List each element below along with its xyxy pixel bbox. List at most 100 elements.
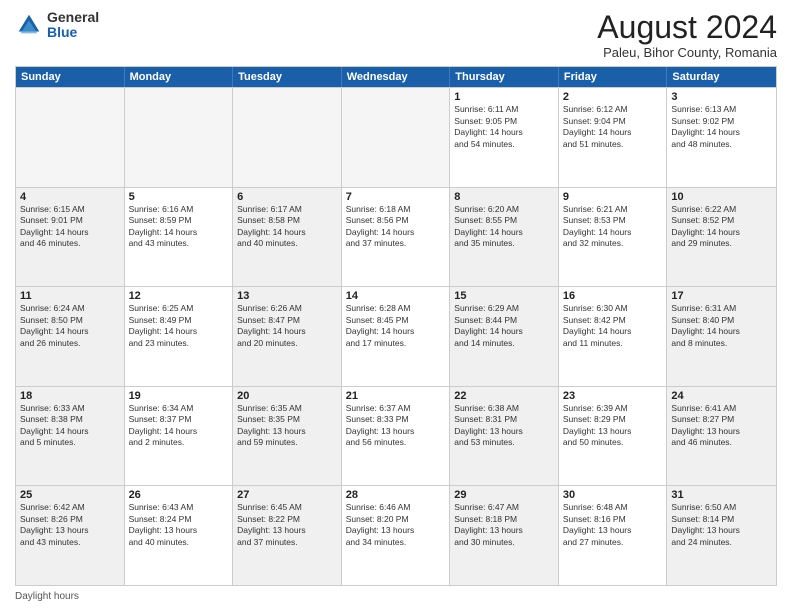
logo-general: General [47, 10, 99, 25]
day-cell-3: 3Sunrise: 6:13 AM Sunset: 9:02 PM Daylig… [667, 88, 776, 187]
calendar-row-4: 18Sunrise: 6:33 AM Sunset: 8:38 PM Dayli… [16, 386, 776, 486]
day-cell-15: 15Sunrise: 6:29 AM Sunset: 8:44 PM Dayli… [450, 287, 559, 386]
footer-note: Daylight hours [15, 591, 79, 602]
calendar-row-5: 25Sunrise: 6:42 AM Sunset: 8:26 PM Dayli… [16, 485, 776, 585]
logo-text: General Blue [47, 10, 99, 41]
day-info: Sunrise: 6:29 AM Sunset: 8:44 PM Dayligh… [454, 303, 554, 349]
day-number: 15 [454, 290, 554, 302]
day-info: Sunrise: 6:31 AM Sunset: 8:40 PM Dayligh… [671, 303, 772, 349]
day-info: Sunrise: 6:43 AM Sunset: 8:24 PM Dayligh… [129, 502, 229, 548]
day-number: 13 [237, 290, 337, 302]
day-cell-30: 30Sunrise: 6:48 AM Sunset: 8:16 PM Dayli… [559, 486, 668, 585]
header-day-saturday: Saturday [667, 67, 776, 87]
day-info: Sunrise: 6:11 AM Sunset: 9:05 PM Dayligh… [454, 104, 554, 150]
day-cell-22: 22Sunrise: 6:38 AM Sunset: 8:31 PM Dayli… [450, 387, 559, 486]
title-block: August 2024 Paleu, Bihor County, Romania [597, 10, 777, 60]
day-number: 24 [671, 390, 772, 402]
day-cell-21: 21Sunrise: 6:37 AM Sunset: 8:33 PM Dayli… [342, 387, 451, 486]
day-number: 20 [237, 390, 337, 402]
logo-icon [15, 11, 43, 39]
day-info: Sunrise: 6:48 AM Sunset: 8:16 PM Dayligh… [563, 502, 663, 548]
day-info: Sunrise: 6:22 AM Sunset: 8:52 PM Dayligh… [671, 204, 772, 250]
calendar: SundayMondayTuesdayWednesdayThursdayFrid… [15, 66, 777, 586]
day-number: 17 [671, 290, 772, 302]
empty-cell-0-3 [342, 88, 451, 187]
day-cell-16: 16Sunrise: 6:30 AM Sunset: 8:42 PM Dayli… [559, 287, 668, 386]
day-info: Sunrise: 6:25 AM Sunset: 8:49 PM Dayligh… [129, 303, 229, 349]
day-info: Sunrise: 6:35 AM Sunset: 8:35 PM Dayligh… [237, 403, 337, 449]
day-cell-8: 8Sunrise: 6:20 AM Sunset: 8:55 PM Daylig… [450, 188, 559, 287]
day-number: 31 [671, 489, 772, 501]
day-info: Sunrise: 6:34 AM Sunset: 8:37 PM Dayligh… [129, 403, 229, 449]
day-info: Sunrise: 6:17 AM Sunset: 8:58 PM Dayligh… [237, 204, 337, 250]
day-info: Sunrise: 6:20 AM Sunset: 8:55 PM Dayligh… [454, 204, 554, 250]
day-info: Sunrise: 6:38 AM Sunset: 8:31 PM Dayligh… [454, 403, 554, 449]
day-info: Sunrise: 6:50 AM Sunset: 8:14 PM Dayligh… [671, 502, 772, 548]
header: General Blue August 2024 Paleu, Bihor Co… [15, 10, 777, 60]
day-number: 18 [20, 390, 120, 402]
header-day-sunday: Sunday [16, 67, 125, 87]
header-day-tuesday: Tuesday [233, 67, 342, 87]
day-cell-7: 7Sunrise: 6:18 AM Sunset: 8:56 PM Daylig… [342, 188, 451, 287]
day-cell-26: 26Sunrise: 6:43 AM Sunset: 8:24 PM Dayli… [125, 486, 234, 585]
day-cell-9: 9Sunrise: 6:21 AM Sunset: 8:53 PM Daylig… [559, 188, 668, 287]
calendar-header: SundayMondayTuesdayWednesdayThursdayFrid… [16, 67, 776, 87]
day-info: Sunrise: 6:41 AM Sunset: 8:27 PM Dayligh… [671, 403, 772, 449]
calendar-row-2: 4Sunrise: 6:15 AM Sunset: 9:01 PM Daylig… [16, 187, 776, 287]
day-info: Sunrise: 6:33 AM Sunset: 8:38 PM Dayligh… [20, 403, 120, 449]
day-number: 12 [129, 290, 229, 302]
day-cell-23: 23Sunrise: 6:39 AM Sunset: 8:29 PM Dayli… [559, 387, 668, 486]
calendar-row-1: 1Sunrise: 6:11 AM Sunset: 9:05 PM Daylig… [16, 87, 776, 187]
logo-blue-text: Blue [47, 25, 99, 40]
day-info: Sunrise: 6:47 AM Sunset: 8:18 PM Dayligh… [454, 502, 554, 548]
month-title: August 2024 [597, 10, 777, 45]
day-number: 29 [454, 489, 554, 501]
day-number: 19 [129, 390, 229, 402]
day-cell-10: 10Sunrise: 6:22 AM Sunset: 8:52 PM Dayli… [667, 188, 776, 287]
day-number: 23 [563, 390, 663, 402]
day-cell-6: 6Sunrise: 6:17 AM Sunset: 8:58 PM Daylig… [233, 188, 342, 287]
day-number: 11 [20, 290, 120, 302]
day-cell-14: 14Sunrise: 6:28 AM Sunset: 8:45 PM Dayli… [342, 287, 451, 386]
page: General Blue August 2024 Paleu, Bihor Co… [0, 0, 792, 612]
header-day-wednesday: Wednesday [342, 67, 451, 87]
day-info: Sunrise: 6:18 AM Sunset: 8:56 PM Dayligh… [346, 204, 446, 250]
footer: Daylight hours [15, 591, 777, 602]
day-number: 3 [671, 91, 772, 103]
day-number: 6 [237, 191, 337, 203]
day-number: 25 [20, 489, 120, 501]
header-day-friday: Friday [559, 67, 668, 87]
day-cell-13: 13Sunrise: 6:26 AM Sunset: 8:47 PM Dayli… [233, 287, 342, 386]
day-info: Sunrise: 6:26 AM Sunset: 8:47 PM Dayligh… [237, 303, 337, 349]
day-cell-27: 27Sunrise: 6:45 AM Sunset: 8:22 PM Dayli… [233, 486, 342, 585]
day-cell-25: 25Sunrise: 6:42 AM Sunset: 8:26 PM Dayli… [16, 486, 125, 585]
day-info: Sunrise: 6:16 AM Sunset: 8:59 PM Dayligh… [129, 204, 229, 250]
day-cell-12: 12Sunrise: 6:25 AM Sunset: 8:49 PM Dayli… [125, 287, 234, 386]
day-cell-19: 19Sunrise: 6:34 AM Sunset: 8:37 PM Dayli… [125, 387, 234, 486]
day-cell-4: 4Sunrise: 6:15 AM Sunset: 9:01 PM Daylig… [16, 188, 125, 287]
day-cell-11: 11Sunrise: 6:24 AM Sunset: 8:50 PM Dayli… [16, 287, 125, 386]
calendar-row-3: 11Sunrise: 6:24 AM Sunset: 8:50 PM Dayli… [16, 286, 776, 386]
header-day-thursday: Thursday [450, 67, 559, 87]
day-cell-24: 24Sunrise: 6:41 AM Sunset: 8:27 PM Dayli… [667, 387, 776, 486]
day-cell-28: 28Sunrise: 6:46 AM Sunset: 8:20 PM Dayli… [342, 486, 451, 585]
location: Paleu, Bihor County, Romania [597, 45, 777, 60]
day-number: 10 [671, 191, 772, 203]
day-info: Sunrise: 6:13 AM Sunset: 9:02 PM Dayligh… [671, 104, 772, 150]
day-info: Sunrise: 6:30 AM Sunset: 8:42 PM Dayligh… [563, 303, 663, 349]
day-number: 5 [129, 191, 229, 203]
empty-cell-0-0 [16, 88, 125, 187]
day-cell-1: 1Sunrise: 6:11 AM Sunset: 9:05 PM Daylig… [450, 88, 559, 187]
day-cell-18: 18Sunrise: 6:33 AM Sunset: 8:38 PM Dayli… [16, 387, 125, 486]
day-number: 7 [346, 191, 446, 203]
day-number: 9 [563, 191, 663, 203]
empty-cell-0-2 [233, 88, 342, 187]
day-number: 22 [454, 390, 554, 402]
day-cell-20: 20Sunrise: 6:35 AM Sunset: 8:35 PM Dayli… [233, 387, 342, 486]
day-number: 30 [563, 489, 663, 501]
day-info: Sunrise: 6:39 AM Sunset: 8:29 PM Dayligh… [563, 403, 663, 449]
day-cell-17: 17Sunrise: 6:31 AM Sunset: 8:40 PM Dayli… [667, 287, 776, 386]
calendar-body: 1Sunrise: 6:11 AM Sunset: 9:05 PM Daylig… [16, 87, 776, 585]
day-number: 4 [20, 191, 120, 203]
day-number: 1 [454, 91, 554, 103]
